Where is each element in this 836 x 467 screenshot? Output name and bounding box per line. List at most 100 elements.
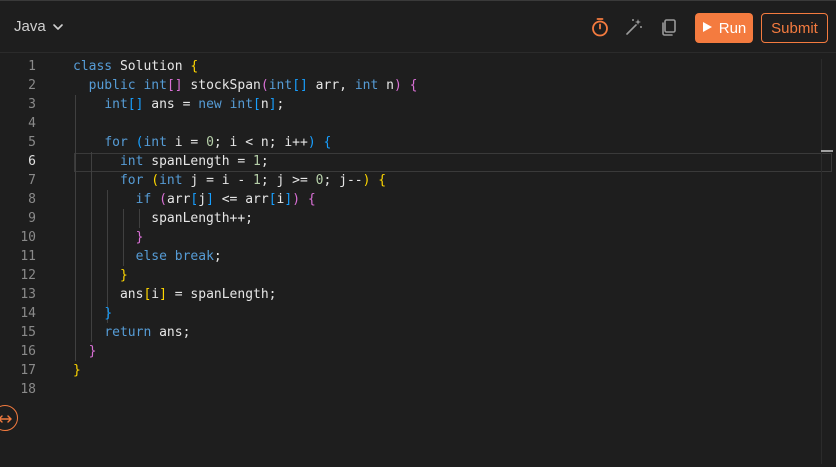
code-line[interactable]: int spanLength = 1; [73, 152, 836, 171]
code-lines[interactable]: class Solution { public int[] stockSpan(… [73, 57, 836, 399]
code-token: arr, [307, 78, 355, 93]
code-token: spanLength = [143, 154, 254, 169]
code-token: [] [292, 78, 308, 93]
code-token: { [323, 135, 332, 150]
code-line[interactable]: ​ [73, 380, 836, 399]
code-token: { [307, 192, 316, 207]
code-token: i [151, 287, 160, 302]
code-area[interactable]: 1 2 3 4 5 6 7 8 9 10 11 12 13 14 15 16 17 18 class Soluti… [0, 53, 836, 467]
code-token: ans [73, 287, 144, 302]
run-button[interactable]: Run [695, 13, 753, 43]
code-token: } [88, 344, 97, 359]
line-number: 4 [28, 116, 36, 131]
line-number: 17 [20, 363, 36, 378]
code-token: j [198, 192, 207, 207]
code-line[interactable]: for (int i = 0; i < n; i++) { [73, 133, 836, 152]
timer-icon[interactable] [590, 17, 610, 37]
line-number: 1 [28, 59, 36, 74]
code-token: n [260, 97, 269, 112]
language-label: Java [14, 18, 46, 35]
code-token: ] [159, 287, 167, 302]
code-token: ] [268, 97, 277, 112]
magic-wand-icon[interactable] [624, 17, 644, 37]
code-line[interactable]: ans[i] = spanLength; [73, 285, 836, 304]
code-line[interactable]: return ans; [73, 323, 836, 342]
line-number: 8 [28, 192, 36, 207]
copy-icon[interactable] [659, 17, 679, 37]
code-token: [] [127, 97, 144, 112]
code-token: class [73, 59, 113, 74]
line-number: 12 [20, 268, 36, 283]
code-token: 1 [253, 173, 261, 188]
code-token: ans; [151, 325, 191, 340]
line-number-gutter: 1 2 3 4 5 6 7 8 9 10 11 12 13 14 15 16 17 18 [0, 57, 44, 399]
code-token: int [143, 135, 167, 150]
code-line[interactable]: public int[] stockSpan(int[] arr, int n)… [73, 76, 836, 95]
code-token: i = [166, 135, 207, 150]
code-line[interactable]: } [73, 228, 836, 247]
code-token: [ [253, 97, 261, 112]
code-line[interactable]: ​ [73, 114, 836, 133]
code-token: ; i < n; i++ [213, 135, 308, 150]
code-token: [] [166, 78, 183, 93]
code-token: break [174, 249, 214, 264]
scrollbar-cursor-marker [821, 150, 833, 152]
code-line[interactable]: int[] ans = new int[n]; [73, 95, 836, 114]
code-line[interactable]: } [73, 304, 836, 323]
code-line[interactable]: else break; [73, 247, 836, 266]
line-number: 9 [28, 211, 36, 226]
resize-arrows-icon [0, 409, 12, 428]
code-token: ( [260, 78, 269, 93]
code-token: { [190, 59, 199, 74]
code-token: new [198, 97, 222, 112]
line-number: 18 [20, 382, 36, 397]
code-token: else [135, 249, 167, 264]
submit-button[interactable]: Submit [761, 13, 828, 43]
code-token: ; j >= [260, 173, 316, 188]
code-token: } [119, 268, 128, 283]
line-number: 3 [28, 97, 36, 112]
code-line[interactable]: } [73, 361, 836, 380]
code-token: int [119, 154, 144, 169]
code-token: int [104, 97, 128, 112]
code-token: int [229, 97, 254, 112]
line-number: 13 [20, 287, 36, 302]
code-line[interactable]: class Solution { [73, 57, 836, 76]
code-token: ; [213, 249, 222, 264]
code-token: int [268, 78, 293, 93]
code-token: ( [159, 192, 167, 207]
code-token: int [159, 173, 183, 188]
vertical-scrollbar[interactable] [821, 59, 833, 464]
code-token: ( [151, 173, 160, 188]
code-token: = spanLength; [166, 287, 277, 302]
code-token: ) [393, 78, 402, 93]
code-line[interactable]: spanLength++; [73, 209, 836, 228]
code-token: arr [166, 192, 191, 207]
code-token: } [104, 306, 113, 321]
code-token: ] [284, 192, 293, 207]
code-token: int [143, 78, 167, 93]
code-line[interactable]: } [73, 266, 836, 285]
play-icon [702, 20, 713, 37]
code-token: if [135, 192, 152, 207]
language-select[interactable]: Java [14, 18, 64, 35]
line-number: 10 [20, 230, 36, 245]
code-line[interactable]: for (int j = i - 1; j >= 0; j--) { [73, 171, 836, 190]
code-line[interactable]: if (arr[j] <= arr[i]) { [73, 190, 836, 209]
code-token: <= arr [213, 192, 269, 207]
code-line[interactable]: } [73, 342, 836, 361]
editor-toolbar: Java Run Submit [0, 1, 836, 53]
